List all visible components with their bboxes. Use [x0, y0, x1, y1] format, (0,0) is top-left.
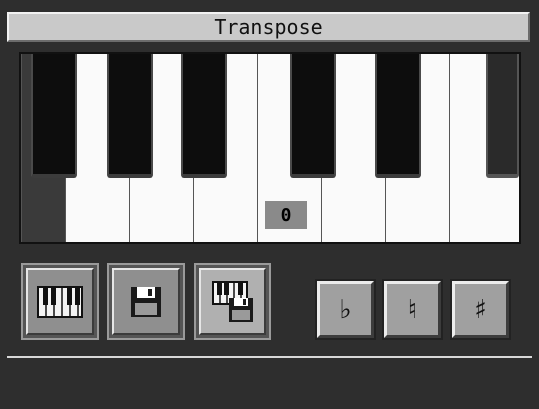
status-divider	[7, 356, 532, 358]
natural-button[interactable]: ♮	[382, 279, 443, 340]
sharp-label: ♯	[474, 294, 487, 325]
black-key	[375, 54, 421, 178]
piano-keys-icon	[37, 285, 83, 318]
title-bar: Transpose	[7, 12, 530, 42]
black-key	[31, 54, 77, 178]
window-title: Transpose	[214, 15, 323, 39]
keyboard-mode-button-face	[26, 268, 94, 335]
flat-button[interactable]: ♭	[315, 279, 376, 340]
song-mode-button[interactable]	[107, 263, 185, 340]
black-key	[181, 54, 227, 178]
song-mode-button-face	[112, 268, 180, 335]
black-key	[290, 54, 336, 178]
transpose-value-display: 0	[265, 201, 307, 229]
keyboard-and-song-mode-button[interactable]	[194, 263, 271, 340]
sharp-button[interactable]: ♯	[450, 279, 511, 340]
transpose-screen: Transpose 0 ♭ ♮ ♯	[0, 0, 539, 409]
flat-label: ♭	[339, 294, 352, 325]
floppy-disk-icon	[131, 286, 161, 317]
keyboard-and-song-mode-button-face	[199, 268, 266, 335]
keyboard-and-disk-icon	[211, 280, 253, 322]
transpose-value: 0	[280, 204, 292, 226]
black-key	[107, 54, 153, 178]
natural-label: ♮	[407, 294, 418, 325]
black-key	[486, 54, 519, 178]
keyboard-mode-button[interactable]	[21, 263, 99, 340]
